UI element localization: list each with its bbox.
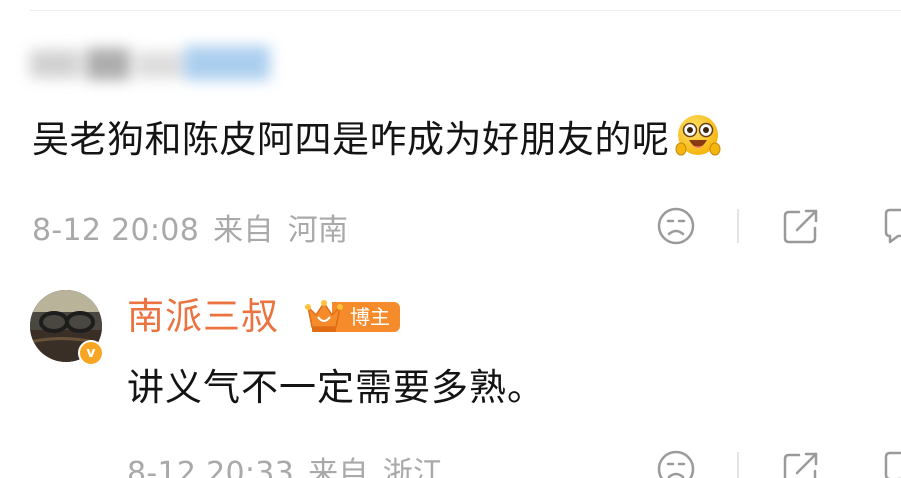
comment-bubble-icon[interactable] [880,447,901,478]
verified-v-icon: v [78,340,104,366]
share-icon[interactable] [779,204,823,248]
comment-text: 吴老狗和陈皮阿四是咋成为好朋友的呢 [32,112,722,168]
action-separator [737,452,739,478]
action-separator [737,209,739,243]
comment-source-prefix: 来自 [213,213,274,248]
reply-author-name[interactable]: 南派三叔 [127,293,279,341]
blurred-username[interactable] [26,40,276,92]
reply-source-prefix: 来自 [308,456,369,478]
reply-text: 讲义气不一定需要多熟。 [127,366,545,409]
reply-location: 浙江 [382,456,444,478]
surprised-face-emoji [675,115,720,156]
comment-location: 河南 [287,213,349,248]
reply-date: 8-12 20:33 [127,456,295,478]
reply-meta: 8-12 20:33 来自 浙江 [127,448,443,478]
blogger-badge: 博主 [302,297,400,337]
divider [30,10,901,11]
frown-face-icon[interactable] [654,447,698,478]
comment-meta: 8-12 20:08 来自 河南 [32,205,348,249]
crown-icon [305,300,343,332]
comment-bubble-icon[interactable] [880,204,901,248]
share-icon[interactable] [779,447,823,478]
comment-date: 8-12 20:08 [32,213,200,248]
frown-face-icon[interactable] [654,204,698,248]
comment-body: 吴老狗和陈皮阿四是咋成为好朋友的呢 [32,118,670,161]
weibo-comment-thread: 吴老狗和陈皮阿四是咋成为好朋友的呢 8-12 20:08 来自 河南 v 南派三… [0,0,901,478]
